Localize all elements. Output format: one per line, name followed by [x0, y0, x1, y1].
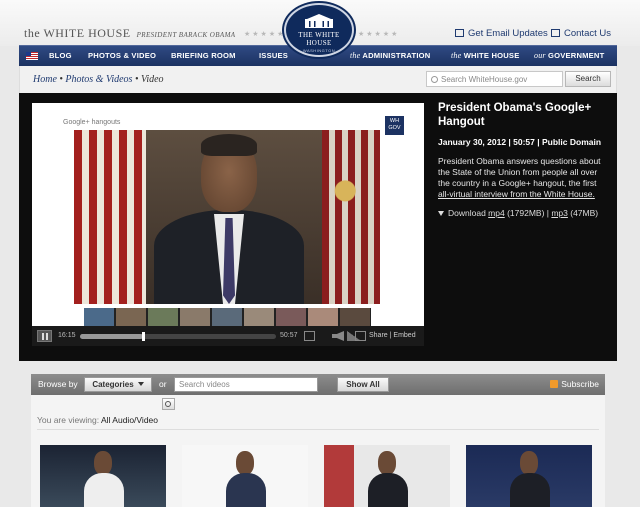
viewing-status: You are viewing: All Audio/Video [37, 415, 158, 425]
time-elapsed: 16:15 [58, 332, 76, 339]
seek-bar[interactable] [80, 332, 276, 341]
description-text: President Obama answers questions about … [438, 156, 601, 188]
contact-icon [551, 29, 560, 37]
site-subtitle: PRESIDENT BARACK OBAMA [136, 31, 236, 39]
share-link[interactable]: Share [369, 332, 388, 339]
download-mp4-link[interactable]: mp4 [488, 208, 505, 218]
video-description: President Obama answers questions about … [438, 156, 608, 200]
nav-gov-prefix: our [534, 51, 546, 60]
mp3-size: (47MB) [567, 208, 599, 218]
badge-line1: WH [389, 118, 400, 124]
breadcrumb-sep: • [132, 74, 141, 85]
video-list-area: You are viewing: All Audio/Video [31, 395, 605, 507]
video-thumbnail[interactable] [182, 445, 308, 507]
viewing-value: All Audio/Video [100, 415, 158, 425]
site-search-button[interactable]: Search [565, 71, 611, 87]
volume-icon[interactable] [332, 331, 344, 341]
player-controls: 16:15 50:57 Share | Embed [32, 326, 424, 346]
seal-title: THE WHITE HOUSE [298, 31, 340, 47]
contact-us-link[interactable]: Contact Us [551, 28, 611, 39]
badge-line2: GOV [388, 125, 401, 131]
site-search-input[interactable]: Search WhiteHouse.gov [426, 71, 563, 87]
browse-bar: Browse by Categories or Search videos Sh… [31, 374, 605, 395]
seal-subtitle: WASHINGTON [302, 48, 336, 53]
stars-decoration-right: ★★★★★ [358, 31, 400, 38]
white-house-icon [305, 14, 333, 28]
breadcrumb: Home • Photos & Videos • Video [33, 74, 164, 85]
email-updates-label: Get Email Updates [468, 28, 548, 39]
breadcrumb-current: Video [140, 74, 164, 85]
search-icon[interactable] [162, 398, 175, 410]
nav-wh-label: WHITE HOUSE [463, 51, 520, 60]
nav-white-house[interactable]: the WHITE HOUSE [451, 51, 519, 60]
video-thumbnail[interactable] [466, 445, 592, 507]
mp4-size: (1792MB) | [504, 208, 552, 218]
white-house-seal-logo[interactable]: THE WHITE HOUSE WASHINGTON [284, 3, 354, 57]
video-search-input[interactable]: Search videos [174, 377, 318, 392]
download-mp3-link[interactable]: mp3 [551, 208, 568, 218]
categories-dropdown[interactable]: Categories [84, 377, 152, 392]
nav-photos-video[interactable]: PHOTOS & VIDEO [88, 51, 156, 60]
video-thumbnail[interactable] [324, 445, 450, 507]
whitehouse-gov-badge: WH GOV [385, 116, 404, 135]
nav-administration[interactable]: the ADMINISTRATION [350, 51, 430, 60]
video-thumbnail[interactable] [40, 445, 166, 507]
embed-link[interactable]: Embed [393, 332, 415, 339]
download-label: Download [448, 208, 489, 218]
video-title: President Obama's Google+ Hangout [438, 102, 592, 128]
download-icon [438, 211, 444, 216]
browse-by-label: Browse by [38, 379, 78, 389]
nav-briefing-room[interactable]: BRIEFING ROOM [171, 51, 236, 60]
show-all-button[interactable]: Show All [337, 377, 389, 392]
seek-progress [80, 334, 143, 339]
or-label: or [159, 379, 167, 389]
us-flag-icon [26, 52, 38, 60]
nav-blog[interactable]: BLOG [49, 51, 72, 60]
nav-our-government[interactable]: our GOVERNMENT [534, 51, 604, 60]
seek-handle[interactable] [141, 332, 145, 341]
video-still[interactable] [74, 130, 380, 304]
rss-icon [550, 380, 559, 388]
fullscreen-icon[interactable] [355, 331, 366, 341]
site-title[interactable]: the WHITE HOUSE PRESIDENT BARACK OBAMA [24, 26, 235, 41]
subscribe-label: Subscribe [561, 379, 599, 389]
categories-label: Categories [92, 380, 134, 389]
breadcrumb-home[interactable]: Home [33, 74, 57, 85]
video-meta: January 30, 2012 | 50:57 | Public Domain [438, 137, 602, 147]
breadcrumb-photos-videos[interactable]: Photos & Videos [65, 74, 132, 85]
nav-wh-prefix: the [451, 51, 462, 60]
video-player-panel: Google+ hangouts WH GOV 16:15 50:57 Shar… [19, 93, 617, 361]
envelope-icon [455, 29, 464, 37]
download-row: Download mp4 (1792MB) | mp3 (47MB) [438, 208, 608, 218]
description-underlined: all-virtual interview from the White Hou… [438, 189, 595, 199]
email-updates-link[interactable]: Get Email Updates [455, 28, 548, 39]
viewing-label: You are viewing: [37, 415, 101, 425]
nav-admin-label: ADMINISTRATION [362, 51, 431, 60]
stars-decoration-left: ★★★★★ [244, 31, 286, 38]
pause-icon[interactable] [37, 330, 52, 342]
captions-icon[interactable] [304, 331, 315, 341]
contact-us-label: Contact Us [564, 28, 611, 39]
nav-gov-label: GOVERNMENT [548, 51, 605, 60]
google-hangouts-label: Google+ hangouts [63, 119, 121, 126]
chevron-down-icon [137, 382, 144, 386]
breadcrumb-bar: Home • Photos & Videos • Video Search Wh… [19, 66, 617, 93]
video-info: President Obama's Google+ Hangout Januar… [438, 101, 608, 218]
subscribe-link[interactable]: Subscribe [550, 379, 599, 389]
time-total: 50:57 [280, 332, 298, 339]
nav-issues[interactable]: ISSUES [259, 51, 288, 60]
site-title-text: the WHITE HOUSE [24, 26, 131, 40]
share-embed-links: Share | Embed [369, 332, 416, 339]
video-frame[interactable]: Google+ hangouts WH GOV [32, 103, 424, 333]
